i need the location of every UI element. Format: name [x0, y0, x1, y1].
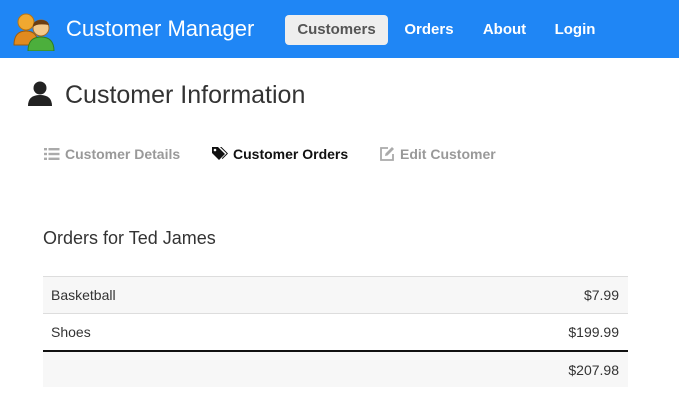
- table-row: Shoes $199.99: [43, 313, 628, 350]
- tab-label: Customer Orders: [233, 146, 349, 162]
- tab-edit-customer[interactable]: Edit Customer: [379, 143, 499, 165]
- product-price: $199.99: [568, 324, 619, 340]
- brand-title[interactable]: Customer Manager: [66, 14, 254, 44]
- page-title: Customer Information: [65, 81, 306, 109]
- nav-item-login[interactable]: Login: [551, 15, 599, 45]
- users-logo-icon[interactable]: [12, 11, 56, 52]
- tab-customer-details[interactable]: Customer Details: [44, 143, 184, 165]
- orders-heading: Orders for Ted James: [43, 228, 216, 248]
- user-icon: [27, 80, 53, 106]
- nav-item-orders[interactable]: Orders: [400, 15, 458, 45]
- product-name: Basketball: [51, 287, 116, 303]
- table-row: Basketball $7.99: [43, 276, 628, 313]
- list-icon: [44, 146, 60, 162]
- navbar: Customer Manager Customers Orders About …: [0, 0, 679, 58]
- total-row: $207.98: [43, 350, 628, 387]
- tags-icon: [212, 146, 228, 162]
- product-name: Shoes: [51, 324, 91, 340]
- tab-customer-orders[interactable]: Customer Orders: [212, 143, 352, 165]
- edit-icon: [379, 146, 395, 162]
- orders-table: Basketball $7.99 Shoes $199.99 $207.98: [43, 276, 628, 387]
- product-price: $7.99: [583, 287, 619, 303]
- nav-item-about[interactable]: About: [477, 15, 532, 45]
- tab-label: Customer Details: [65, 146, 181, 162]
- tab-label: Edit Customer: [400, 146, 496, 162]
- order-total: $207.98: [568, 362, 619, 378]
- nav-item-customers[interactable]: Customers: [285, 15, 388, 45]
